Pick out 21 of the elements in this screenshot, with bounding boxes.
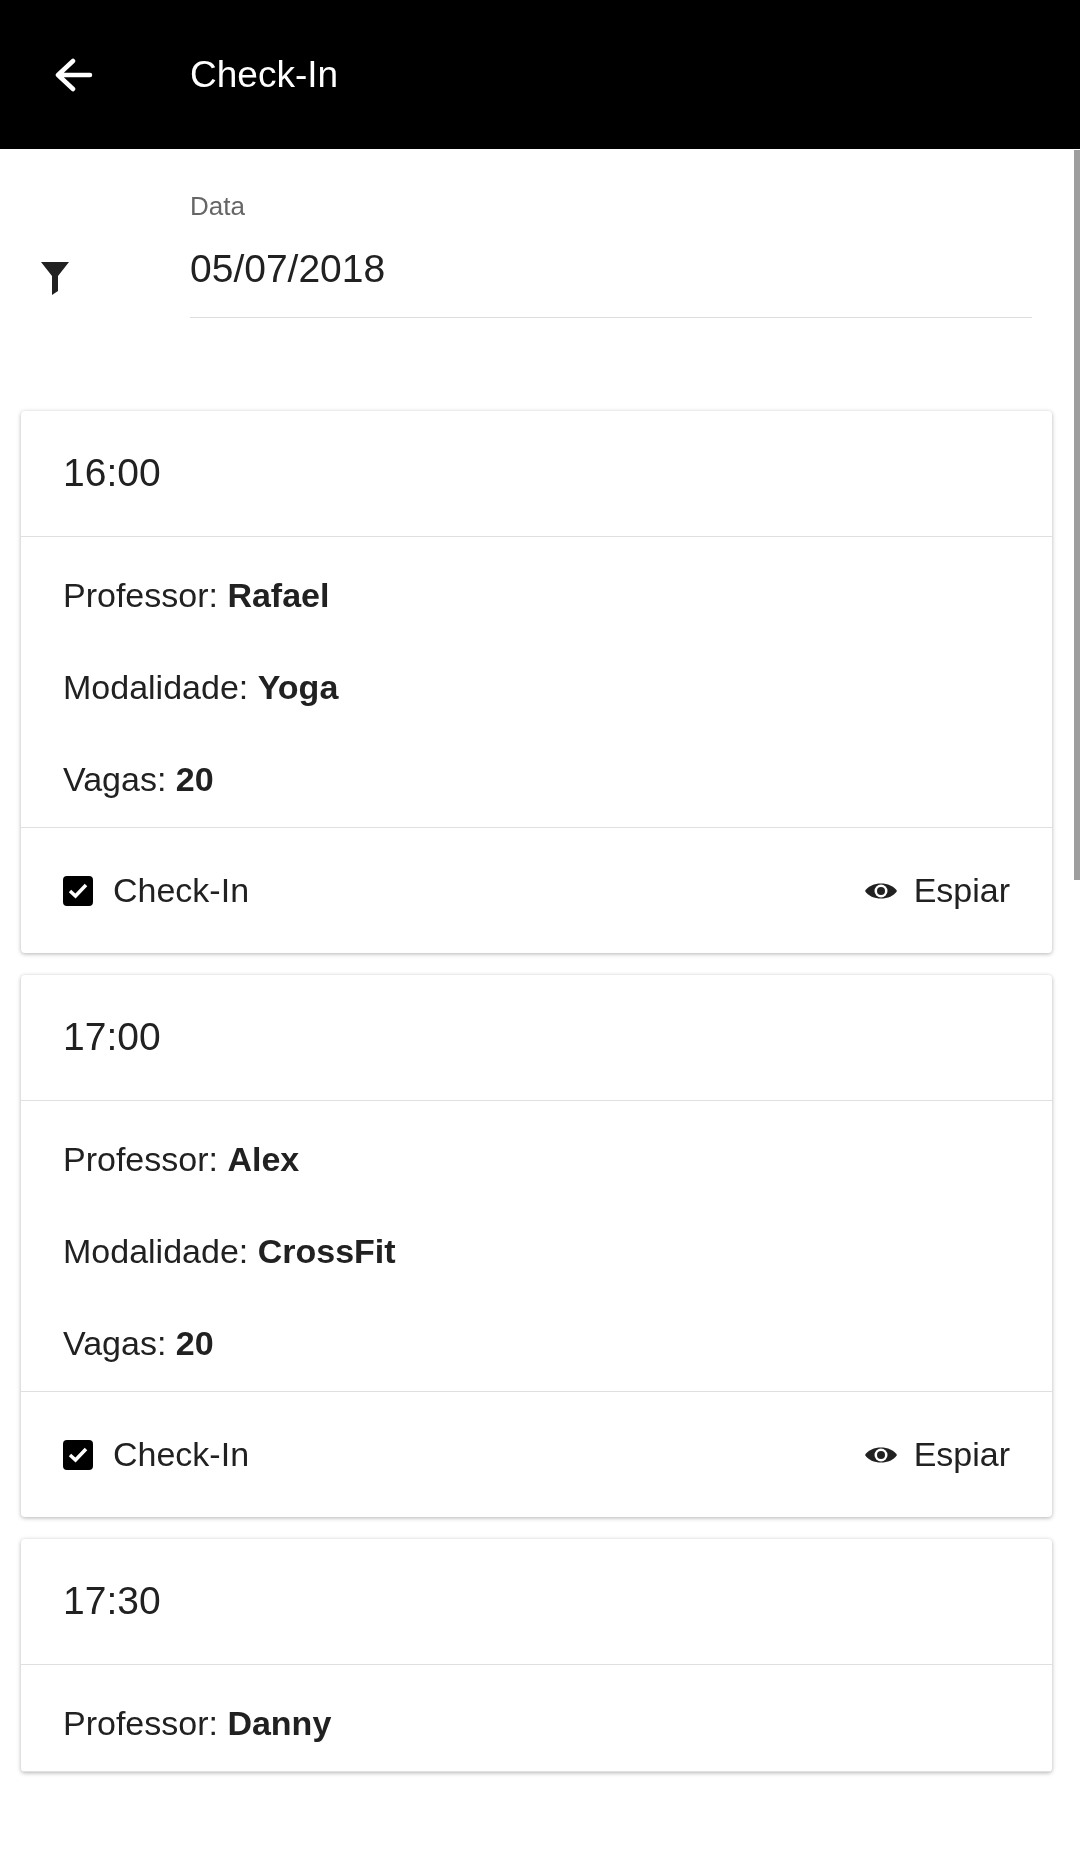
filter-icon[interactable]: [40, 261, 70, 295]
class-time: 17:30: [63, 1578, 161, 1625]
checkbox-icon[interactable]: [63, 1439, 93, 1470]
class-detail: Professor: Rafael: [63, 575, 331, 616]
class-detail: Professor: Danny: [63, 1703, 333, 1744]
class-detail: Professor: Alex: [63, 1139, 301, 1180]
class-detail: Vagas: 20: [63, 1323, 215, 1364]
date-field[interactable]: 05/07/2018: [190, 226, 1032, 318]
class-detail: Modalidade: Yoga: [63, 667, 340, 708]
class-detail: Vagas: 20: [63, 759, 215, 800]
class-detail: Modalidade: CrossFit: [63, 1231, 397, 1272]
class-time: 16:00: [63, 450, 161, 497]
peek-button[interactable]: Espiar: [863, 865, 1010, 916]
check-in-checkbox[interactable]: Check-In: [63, 1429, 250, 1480]
checkbox-icon[interactable]: [63, 875, 93, 906]
page-title: Check-In: [190, 52, 339, 97]
peek-button[interactable]: Espiar: [863, 1429, 1010, 1480]
scrollbar[interactable]: [1074, 150, 1080, 880]
class-time: 17:00: [63, 1014, 161, 1061]
field-label: Data: [190, 190, 245, 223]
check-in-checkbox[interactable]: Check-In: [63, 865, 250, 916]
